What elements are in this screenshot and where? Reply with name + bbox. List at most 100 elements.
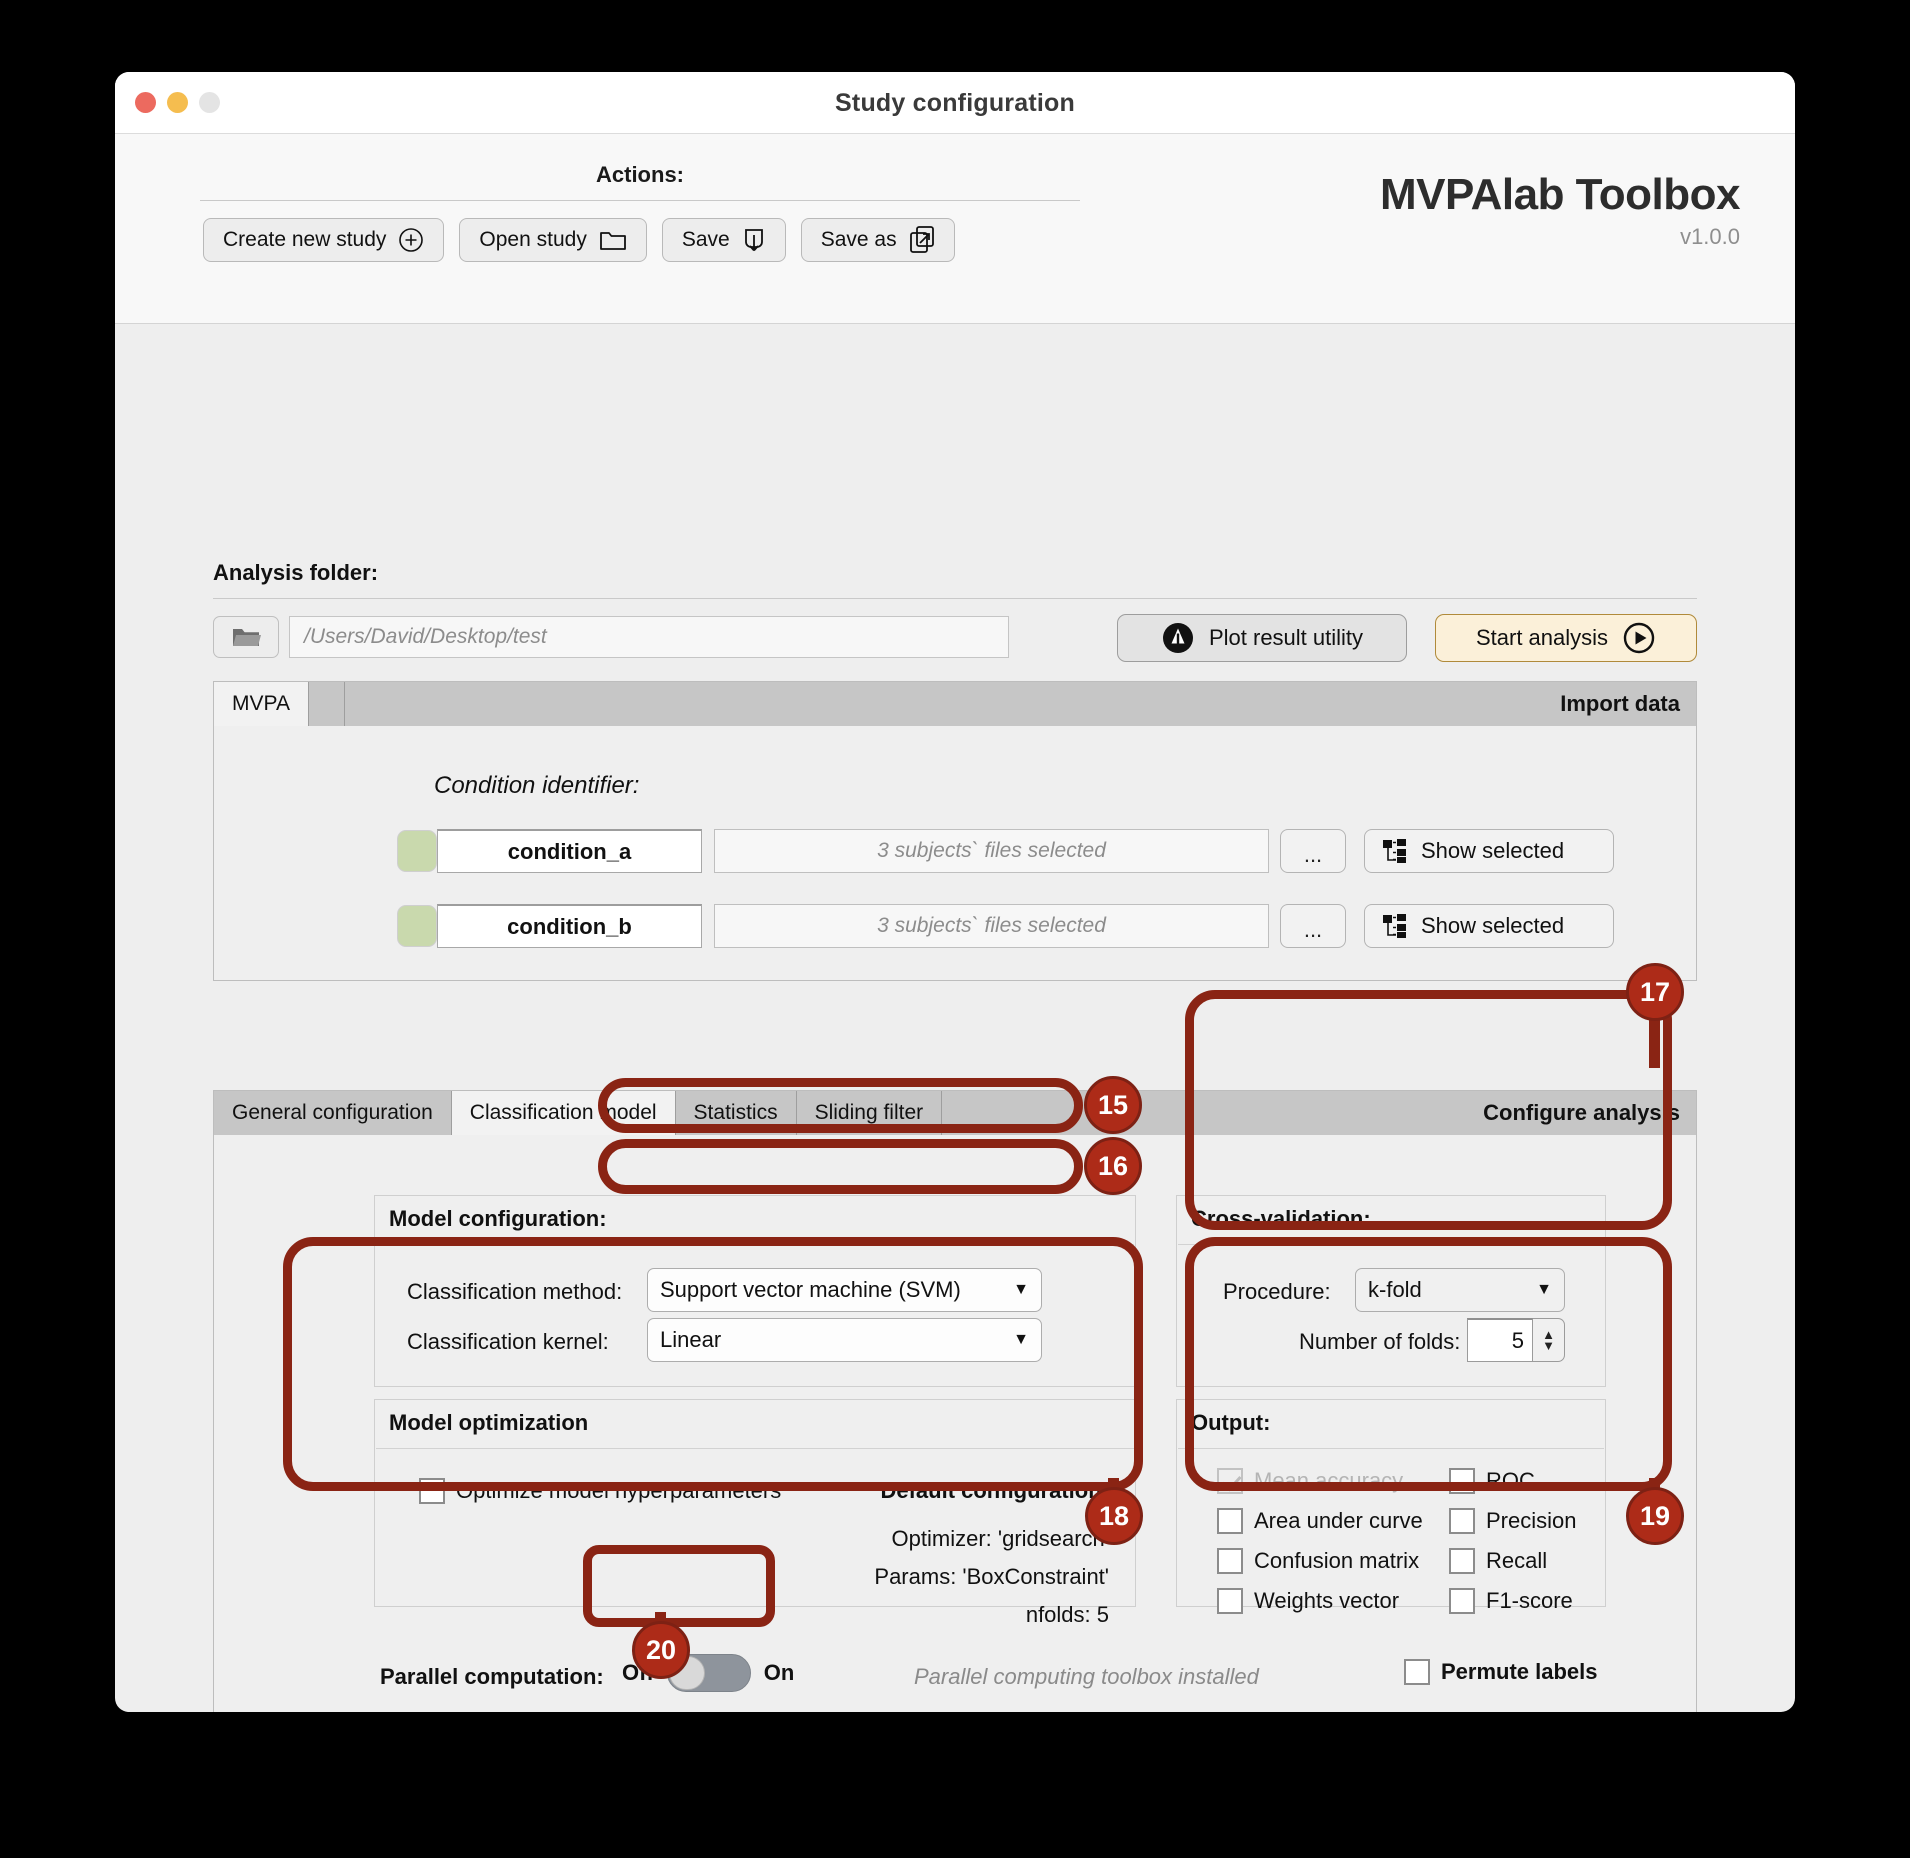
tab-classification-model[interactable]: Classification model xyxy=(451,1091,676,1135)
checkbox-icon[interactable] xyxy=(1217,1508,1243,1534)
open-study-button[interactable]: Open study xyxy=(459,218,647,262)
output-area-under-curve-checkbox[interactable]: Area under curve xyxy=(1217,1508,1423,1534)
cross-validation-divider xyxy=(1178,1244,1604,1245)
start-analysis-button[interactable]: Start analysis xyxy=(1435,614,1697,662)
model-configuration-divider xyxy=(376,1244,1134,1245)
browse-folder-button[interactable] xyxy=(213,616,279,658)
condition-a-name-input[interactable]: condition_a xyxy=(437,829,702,873)
parallel-computation-toggle[interactable]: Off On xyxy=(622,1654,794,1692)
parallel-computation-label: Parallel computation: xyxy=(380,1664,604,1689)
classification-kernel-dropdown[interactable]: Linear ▼ xyxy=(647,1318,1042,1362)
number-of-folds-arrows[interactable]: ▲ ▼ xyxy=(1533,1318,1565,1362)
condition-b-color-swatch[interactable] xyxy=(397,905,437,947)
output-mean-accuracy-label: Mean accuracy xyxy=(1254,1468,1404,1493)
analysis-path-input[interactable]: /Users/David/Desktop/test xyxy=(289,616,1009,658)
analysis-folder-divider xyxy=(213,598,1697,599)
output-f1-score-label: F1-score xyxy=(1486,1588,1573,1613)
classification-kernel-value: Linear xyxy=(660,1327,722,1352)
screenshot-root: Study configuration Actions: Create new … xyxy=(0,0,1910,1858)
brand-name: MVPAlab Toolbox xyxy=(1380,170,1740,219)
output-weights-vector-checkbox[interactable]: Weights vector xyxy=(1217,1588,1399,1614)
output-recall-label: Recall xyxy=(1486,1548,1548,1573)
condition-a-show-selected-button[interactable]: Show selected xyxy=(1364,829,1614,873)
output-group: Output: Mean accuracy Area under curve C… xyxy=(1176,1399,1606,1614)
permute-labels-checkbox[interactable]: Permute labels xyxy=(1404,1659,1598,1685)
output-precision-checkbox[interactable]: Precision xyxy=(1449,1508,1576,1534)
save-download-icon xyxy=(742,227,766,253)
output-roc-checkbox[interactable]: ROC xyxy=(1449,1468,1535,1494)
save-as-button[interactable]: Save as xyxy=(800,218,955,262)
model-configuration-group: Model configuration: Classification meth… xyxy=(374,1195,1136,1387)
checkbox-icon[interactable] xyxy=(1217,1548,1243,1574)
save-label: Save xyxy=(681,228,730,251)
chevron-down-icon: ▼ xyxy=(1013,1281,1029,1298)
condition-b-name-input[interactable]: condition_b xyxy=(437,904,702,948)
output-recall-checkbox[interactable]: Recall xyxy=(1449,1548,1547,1574)
condition-identifier-label: Condition identifier: xyxy=(434,772,640,799)
tab-statistics[interactable]: Statistics xyxy=(676,1091,797,1135)
save-button[interactable]: Save xyxy=(661,218,786,262)
checkbox-icon[interactable] xyxy=(1449,1468,1475,1494)
cv-procedure-value: k-fold xyxy=(1368,1277,1422,1302)
tab-mvpa-label: MVPA xyxy=(232,692,290,715)
toggle-track[interactable] xyxy=(666,1654,751,1692)
create-new-study-button[interactable]: Create new study xyxy=(203,218,445,262)
configure-tabstrip: General configuration Classification mod… xyxy=(214,1091,1696,1135)
start-analysis-label: Start analysis xyxy=(1475,625,1609,650)
condition-b-show-selected-button[interactable]: Show selected xyxy=(1364,904,1614,948)
condition-a-browse-button[interactable]: ... xyxy=(1280,829,1346,873)
cross-validation-title: Cross-validation: xyxy=(1191,1206,1371,1231)
output-area-under-curve-label: Area under curve xyxy=(1254,1508,1423,1533)
tab-sliding-filter[interactable]: Sliding filter xyxy=(797,1091,943,1135)
model-optimization-group: Model optimization Optimize model hyperp… xyxy=(374,1399,1136,1627)
condition-b-browse-button[interactable]: ... xyxy=(1280,904,1346,948)
bell-icon xyxy=(1161,621,1195,655)
default-params-line: Params: 'BoxConstraint' xyxy=(874,1564,1109,1589)
classification-method-label: Classification method: xyxy=(407,1279,623,1304)
folder-icon xyxy=(599,228,627,252)
tab-mvpa[interactable]: MVPA xyxy=(214,682,309,726)
analysis-folder-label: Analysis folder: xyxy=(213,560,379,585)
tree-list-icon xyxy=(1381,838,1409,864)
condition-a-show-selected-label: Show selected xyxy=(1421,838,1565,863)
window-title: Study configuration xyxy=(835,89,1075,117)
default-configuration-title: Default configuration: xyxy=(880,1478,1109,1503)
tab-general-configuration[interactable]: General configuration xyxy=(214,1091,452,1135)
model-optimization-title: Model optimization xyxy=(389,1410,589,1435)
save-as-icon xyxy=(909,226,935,254)
checkbox-icon[interactable] xyxy=(1217,1588,1243,1614)
toggle-knob[interactable] xyxy=(668,1656,705,1690)
condition-a-color-swatch[interactable] xyxy=(397,830,437,872)
folder-open-icon xyxy=(231,625,261,649)
number-of-folds-stepper[interactable]: 5 ▲ ▼ xyxy=(1467,1318,1565,1362)
plot-result-utility-label: Plot result utility xyxy=(1208,625,1364,650)
create-new-study-label: Create new study xyxy=(223,228,387,251)
chevron-down-icon: ▼ xyxy=(1013,1331,1029,1348)
plot-result-utility-button[interactable]: Plot result utility xyxy=(1117,614,1407,662)
stepper-down-icon[interactable]: ▼ xyxy=(1542,1339,1555,1352)
configure-analysis-panel: General configuration Classification mod… xyxy=(213,1090,1697,1712)
cv-procedure-dropdown[interactable]: k-fold ▼ xyxy=(1355,1268,1565,1312)
output-mean-accuracy-checkbox[interactable]: Mean accuracy xyxy=(1217,1468,1403,1494)
checkbox-icon[interactable] xyxy=(1449,1508,1475,1534)
checkbox-icon[interactable] xyxy=(419,1478,445,1504)
tab-classification-model-label: Classification model xyxy=(469,1101,657,1124)
model-configuration-title: Model configuration: xyxy=(389,1206,607,1231)
checkbox-icon[interactable] xyxy=(1217,1468,1243,1494)
import-tabstrip: MVPA Import data xyxy=(214,682,1696,726)
cross-validation-group: Cross-validation: Procedure: k-fold ▼ Nu… xyxy=(1176,1195,1606,1387)
checkbox-icon[interactable] xyxy=(1449,1548,1475,1574)
configure-analysis-title: Configure analysis xyxy=(1483,1100,1680,1125)
classification-method-dropdown[interactable]: Support vector machine (SVM) ▼ xyxy=(647,1268,1042,1312)
actions-header: Actions: Create new study Open study Sav… xyxy=(115,134,1795,324)
output-confusion-matrix-checkbox[interactable]: Confusion matrix xyxy=(1217,1548,1419,1574)
checkbox-icon[interactable] xyxy=(1449,1588,1475,1614)
output-f1-score-checkbox[interactable]: F1-score xyxy=(1449,1588,1573,1614)
checkbox-icon[interactable] xyxy=(1404,1659,1430,1685)
optimize-hyperparameters-checkbox[interactable]: Optimize model hyperparameters xyxy=(419,1478,781,1504)
output-roc-label: ROC xyxy=(1486,1468,1535,1493)
number-of-folds-input[interactable]: 5 xyxy=(1467,1318,1533,1362)
open-study-label: Open study xyxy=(479,228,587,251)
tab-statistics-label: Statistics xyxy=(693,1101,778,1124)
study-configuration-window: Study configuration Actions: Create new … xyxy=(115,72,1795,1712)
